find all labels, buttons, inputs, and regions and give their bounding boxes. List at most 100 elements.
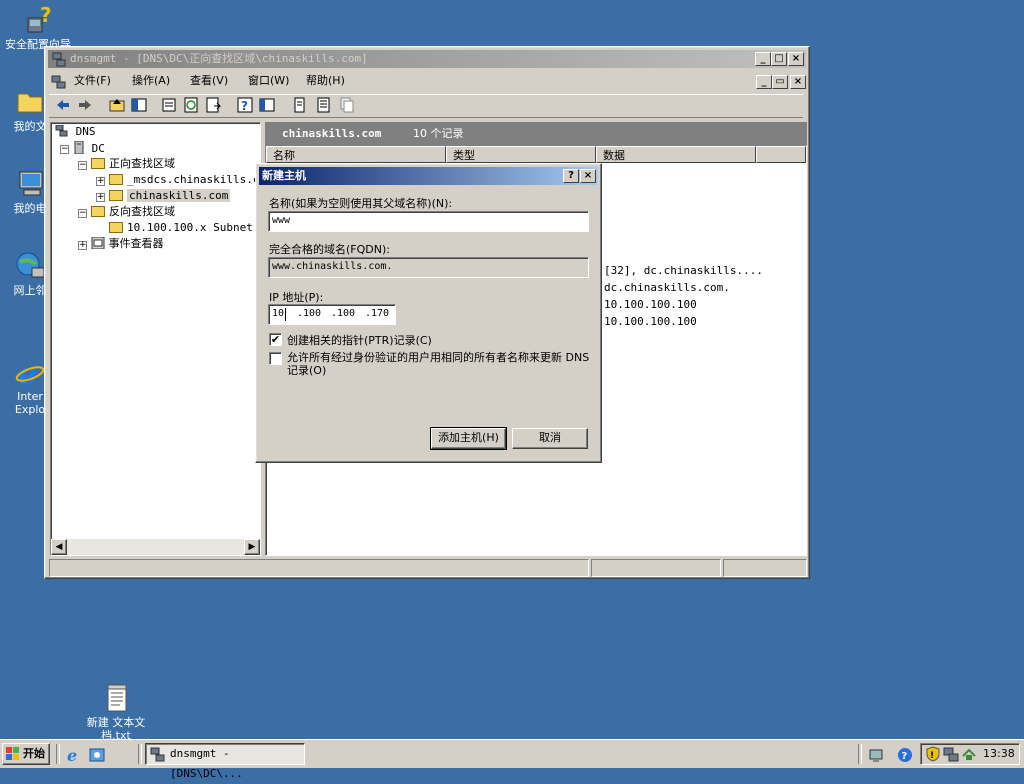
- network-tray-icon[interactable]: [868, 746, 886, 764]
- tree-item-label: chinaskills.com: [127, 189, 231, 202]
- tree-pane: DNS − DC − 正向查找区域 + _msdcs.chinaskills.c…: [50, 122, 261, 556]
- svg-text:?: ?: [902, 751, 908, 762]
- tree-item-forward-zones[interactable]: 正向查找区域: [91, 157, 175, 171]
- security-shield-icon[interactable]: !: [925, 746, 941, 762]
- svg-text:?: ?: [241, 99, 248, 113]
- record-list-icon[interactable]: [313, 95, 333, 115]
- ie-quicklaunch-icon[interactable]: e: [65, 746, 83, 765]
- my-computer-icon: [14, 168, 46, 200]
- help-tray-icon[interactable]: ?: [896, 746, 914, 764]
- name-input[interactable]: www: [268, 211, 589, 232]
- properties-icon[interactable]: [159, 95, 179, 115]
- forward-icon[interactable]: [75, 95, 95, 115]
- tree-item-msdcs-zone[interactable]: _msdcs.chinaskills.cc: [109, 173, 260, 187]
- fqdn-field: www.chinaskills.com.: [268, 257, 589, 278]
- maximize-button[interactable]: □: [771, 52, 787, 66]
- column-type[interactable]: 类型: [446, 146, 596, 163]
- ptr-checkbox[interactable]: ✔: [269, 333, 282, 346]
- tree-collapse-reverse[interactable]: −: [78, 209, 87, 218]
- results-header-bar: chinaskills.com 10 个记录: [265, 122, 807, 145]
- ip-address-input[interactable]: 10 .100 .100 .170: [268, 304, 396, 325]
- updates-tray-icon[interactable]: [961, 746, 977, 762]
- desktop-icon-security-wizard[interactable]: ? 安全配置向导: [0, 3, 76, 51]
- ip-label: IP 地址(P):: [269, 291, 324, 304]
- start-label: 开始: [23, 747, 45, 760]
- ip-octet-4[interactable]: .170: [365, 305, 389, 323]
- desktop-icon-label: 我的文: [13, 120, 47, 133]
- child-minimize-button[interactable]: _: [756, 75, 772, 89]
- tree-expand-msdcs[interactable]: +: [96, 177, 105, 186]
- desktop-icon-label: 我的电: [13, 202, 47, 215]
- ip-octet-1[interactable]: 10: [272, 305, 284, 323]
- zone-icon: [109, 222, 123, 233]
- menu-action[interactable]: 操作(A): [132, 71, 170, 91]
- tree-item-label: 事件查看器: [108, 237, 164, 250]
- tree-item-label: 正向查找区域: [109, 157, 175, 170]
- tree-expand-chinaskills[interactable]: +: [96, 193, 105, 202]
- tree-expand-eventviewer[interactable]: +: [78, 241, 87, 250]
- cancel-button[interactable]: 取消: [512, 428, 588, 449]
- back-icon[interactable]: [53, 95, 73, 115]
- details-icon[interactable]: [257, 95, 277, 115]
- child-restore-button[interactable]: ▭: [772, 75, 788, 89]
- status-bar: [49, 559, 807, 577]
- menu-window[interactable]: 窗口(W): [248, 71, 289, 91]
- column-data[interactable]: 数据: [596, 146, 756, 163]
- dnsmgmt-titlebar[interactable]: dnsmgmt - [DNS\DC\正向查找区域\chinaskills.com…: [48, 50, 806, 68]
- scroll-right-button[interactable]: ▶: [244, 539, 260, 555]
- tree-item-dc[interactable]: DC: [73, 140, 105, 156]
- dialog-close-button[interactable]: ×: [580, 169, 596, 183]
- tree-item-reverse-zones[interactable]: 反向查找区域: [91, 205, 175, 219]
- export-list-icon[interactable]: [203, 95, 223, 115]
- help-icon[interactable]: ?: [235, 95, 255, 115]
- status-cell-main: [49, 559, 589, 577]
- dialog-title: 新建主机: [262, 169, 306, 182]
- tree-item-reverse-subnet[interactable]: 10.100.100.x Subnet: [109, 221, 253, 235]
- ip-octet-2[interactable]: .100: [297, 305, 321, 323]
- scroll-left-button[interactable]: ◀: [51, 539, 67, 555]
- server-icon: [73, 140, 85, 155]
- up-level-icon[interactable]: [107, 95, 127, 115]
- close-button[interactable]: ×: [788, 52, 804, 66]
- auth-update-checkbox[interactable]: [269, 352, 282, 365]
- dnsmgmt-task-icon: [150, 746, 166, 762]
- explorer-quicklaunch-icon[interactable]: [88, 746, 106, 764]
- tree-item-dns[interactable]: DNS: [55, 124, 96, 139]
- network-connection-icon[interactable]: [943, 746, 959, 762]
- taskbar: 开始 e dnsmgmt - [DNS\DC\... ? ! 13:38: [0, 739, 1024, 780]
- dialog-help-button[interactable]: ?: [563, 169, 579, 183]
- desktop-icon-text-file[interactable]: 新建 文本文 档.txt: [78, 656, 154, 742]
- show-hide-tree-icon[interactable]: [129, 95, 149, 115]
- taskbar-dnsmgmt-button[interactable]: dnsmgmt - [DNS\DC\...: [145, 743, 305, 780]
- folder-icon: [91, 158, 105, 169]
- column-name[interactable]: 名称: [266, 146, 446, 163]
- tree-collapse-dc[interactable]: −: [60, 145, 69, 154]
- desktop-icon-label: 网上邻: [13, 284, 47, 297]
- record-data-cell: dc.chinaskills.com.: [604, 281, 730, 294]
- copy-icon[interactable]: [337, 95, 357, 115]
- tree-collapse-forward[interactable]: −: [78, 161, 87, 170]
- minimize-button[interactable]: _: [755, 52, 771, 66]
- internet-explorer-icon: e: [14, 343, 46, 392]
- ip-octet-3[interactable]: .100: [331, 305, 355, 323]
- add-host-button[interactable]: 添加主机(H): [430, 427, 507, 450]
- tree-hscrollbar[interactable]: ◀ ▶: [51, 539, 260, 555]
- clock[interactable]: 13:38: [983, 747, 1015, 760]
- dialog-titlebar[interactable]: 新建主机: [259, 167, 598, 185]
- svg-text:?: ?: [40, 4, 52, 27]
- folder-icon: [91, 206, 105, 217]
- menu-help[interactable]: 帮助(H): [306, 71, 345, 91]
- menu-file[interactable]: 文件(F): [74, 71, 111, 91]
- child-close-button[interactable]: ×: [790, 75, 806, 89]
- new-record-icon[interactable]: [289, 95, 309, 115]
- tree-item-event-viewer[interactable]: 事件查看器: [91, 236, 164, 251]
- menu-view[interactable]: 查看(V): [190, 71, 228, 91]
- refresh-icon[interactable]: [181, 95, 201, 115]
- tree-item-chinaskills-zone[interactable]: chinaskills.com: [109, 189, 231, 203]
- zone-icon: [109, 190, 123, 201]
- dns-app-icon: [51, 51, 67, 67]
- new-host-dialog: 新建主机 ? × 名称(如果为空则使用其父域名称)(N): www 完全合格的域…: [255, 163, 602, 463]
- column-extra[interactable]: [756, 146, 806, 163]
- start-button[interactable]: 开始: [2, 743, 50, 765]
- zone-name: chinaskills.com: [282, 127, 382, 140]
